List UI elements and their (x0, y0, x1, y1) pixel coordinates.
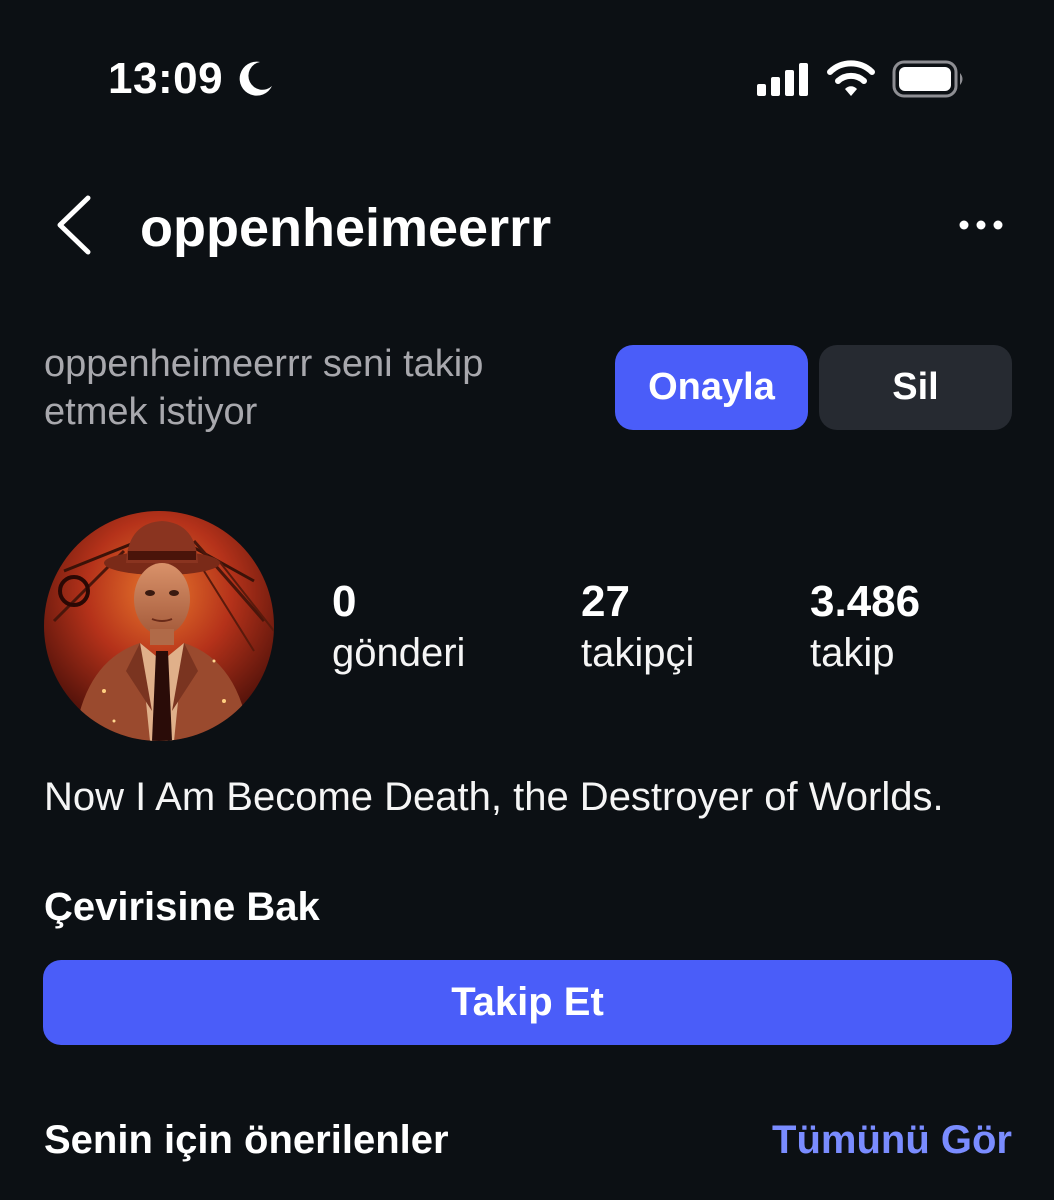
battery-icon (892, 60, 963, 98)
confirm-button[interactable]: Onayla (615, 345, 808, 430)
chevron-left-icon[interactable] (52, 194, 98, 256)
profile-username: oppenheimeerrr (140, 198, 552, 258)
follow-button[interactable]: Takip Et (43, 960, 1012, 1045)
cellular-signal-icon (757, 63, 808, 96)
stat-following[interactable]: 3.486 takip (810, 576, 920, 678)
suggestions-title: Senin için önerilenler (44, 1118, 449, 1162)
stat-following-label: takip (810, 631, 895, 675)
delete-button[interactable]: Sil (819, 345, 1012, 430)
moon-icon (239, 61, 272, 96)
stat-posts-value: 0 (332, 577, 357, 626)
stat-posts[interactable]: 0 gönderi (332, 576, 465, 678)
stat-followers-label: takipçi (581, 631, 695, 675)
stat-posts-label: gönderi (332, 631, 466, 675)
stat-followers[interactable]: 27 takipçi (581, 576, 694, 678)
status-time: 13:09 (108, 54, 224, 103)
wifi-icon (827, 60, 875, 96)
see-translation-link[interactable]: Çevirisine Bak (44, 880, 320, 934)
profile-bio: Now I Am Become Death, the Destroyer of … (44, 775, 944, 819)
avatar-image (44, 511, 274, 741)
see-all-link[interactable]: Tümünü Gör (772, 1114, 1012, 1166)
avatar[interactable] (44, 511, 274, 741)
follow-request-message: oppenheimeerrr seni takip etmek istiyor (44, 343, 484, 433)
more-horizontal-icon[interactable] (956, 210, 1006, 240)
stat-followers-value: 27 (581, 577, 630, 626)
stat-following-value: 3.486 (810, 577, 921, 626)
